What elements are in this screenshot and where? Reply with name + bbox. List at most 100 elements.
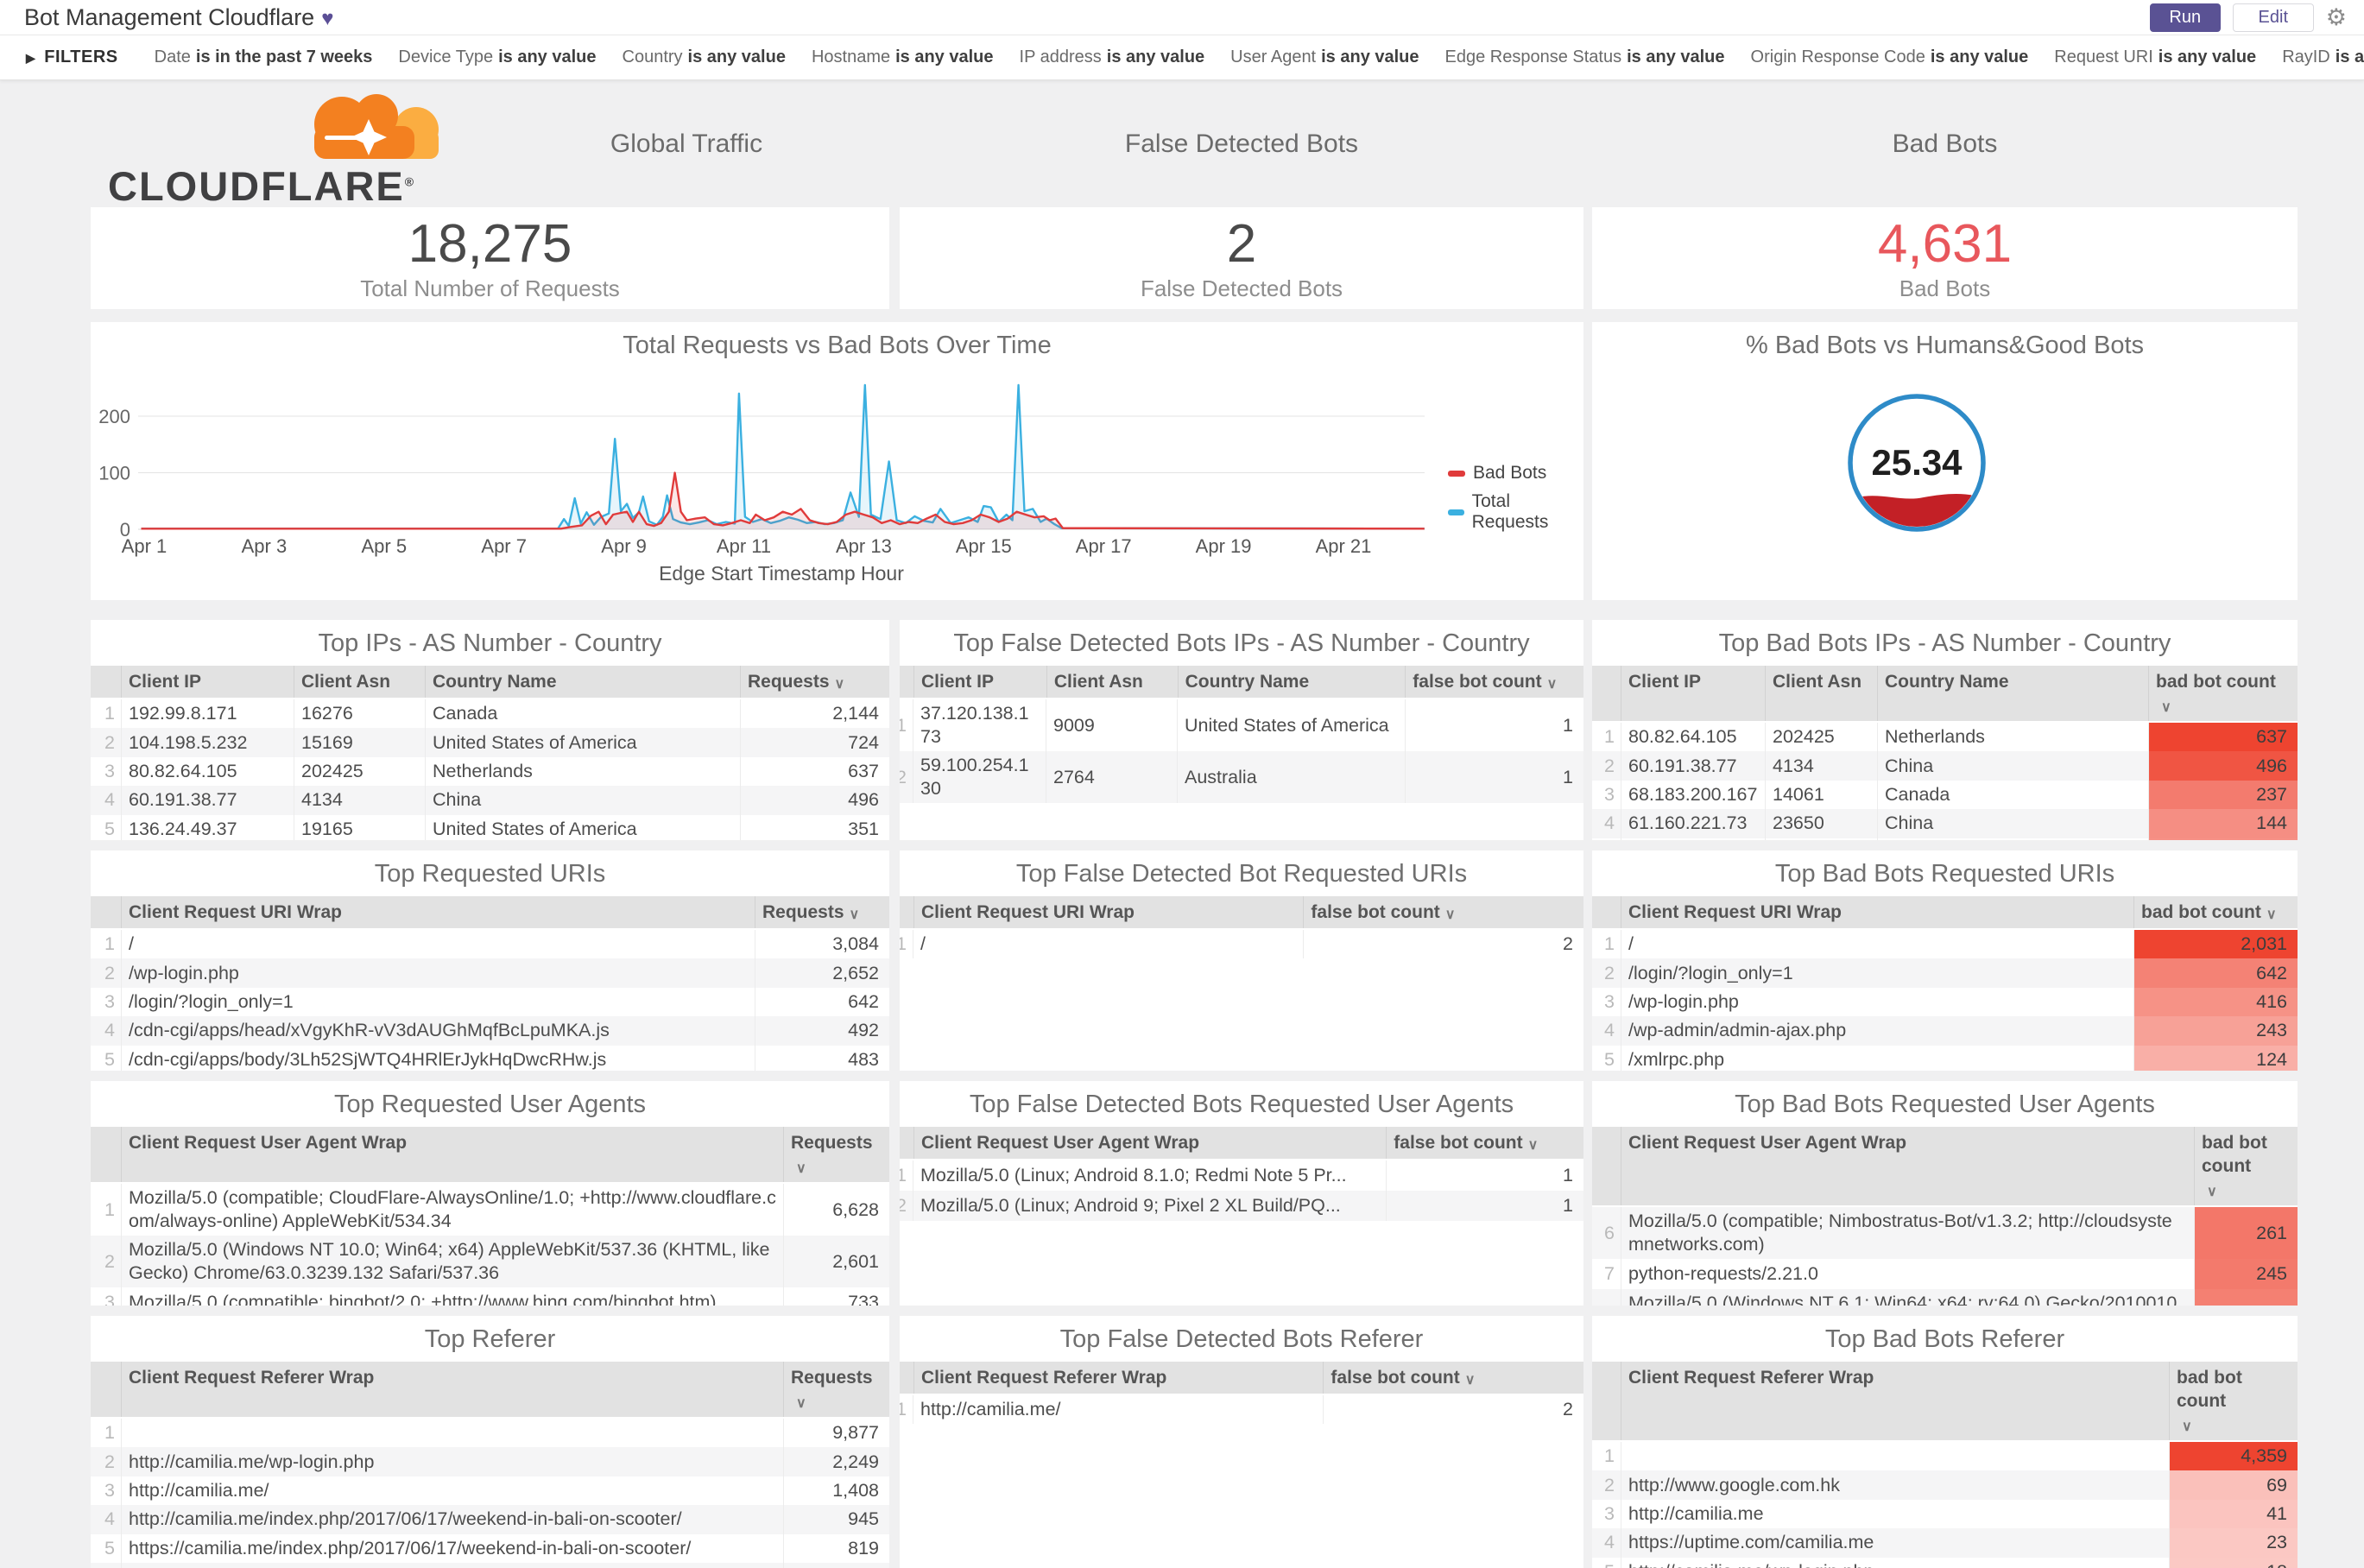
text-cell: Mozilla/5.0 (Linux; Android 8.1.0; Redmi… [913,1160,1387,1191]
legend-item[interactable]: Bad Bots [1448,463,1583,484]
filters-label: FILTERS [44,47,118,66]
column-header[interactable] [91,1127,122,1182]
column-header[interactable] [91,1362,122,1417]
text-cell: / [122,930,755,959]
column-header[interactable]: Client Request URI Wrap [914,896,1305,928]
column-header[interactable]: Requests ∨ [741,666,889,698]
column-header[interactable]: Client Asn [1047,666,1179,698]
row-index: 4 [91,786,122,815]
text-cell: /xmlrpc.php [1621,1045,2134,1071]
row-index: 2 [900,1191,913,1221]
column-header-label: Requests [791,1368,873,1388]
top-bar: Bot Management Cloudflare ♥ Run Edit ⚙ [0,0,2364,35]
column-header[interactable]: Client IP [1621,666,1766,721]
column-header[interactable]: false bot count ∨ [1324,1362,1583,1394]
column-header[interactable] [1592,1127,1621,1205]
row-index: 2 [91,728,122,757]
column-header[interactable] [1592,896,1621,928]
run-button[interactable]: Run [2149,3,2221,32]
column-header[interactable] [900,666,914,698]
column-header[interactable]: Client Request URI Wrap [1621,896,2134,928]
column-header[interactable]: Country Name [426,666,741,698]
column-header[interactable]: Client Request User Agent Wrap [1621,1127,2195,1205]
filter-item[interactable]: Device Type is any value [398,47,596,67]
series-area [141,472,1425,529]
filter-item[interactable]: Edge Response Status is any value [1445,47,1725,67]
text-cell: Mozilla/5.0 (compatible; bingbot/2.0; +h… [122,1287,784,1306]
gear-icon[interactable]: ⚙ [2326,5,2347,29]
row-index: 1 [900,699,913,751]
column-header[interactable]: Requests ∨ [784,1362,889,1417]
value-cell: 492 [848,1020,879,1041]
table-row: 2 60.191.38.77 4134 China 496 [1592,751,2298,781]
edit-button[interactable]: Edit [2232,3,2314,32]
legend-swatch [1448,470,1465,477]
filter-item[interactable]: IP address is any value [1020,47,1205,67]
table-row: 7 python-requests/2.21.0 245 [1592,1259,2298,1289]
filter-item[interactable]: User Agent is any value [1230,47,1419,67]
legend-item[interactable]: Total Requests [1448,491,1583,533]
filter-value: is any value [687,47,786,66]
column-header[interactable]: Client IP [122,666,294,698]
column-header[interactable] [900,1127,914,1159]
filters-toggle[interactable]: ▶ FILTERS [26,47,118,67]
filter-field: Device Type [398,47,494,66]
row-index: 3 [91,1287,122,1306]
column-header[interactable]: false bot count ∨ [1387,1127,1583,1159]
row-index: 1 [91,699,122,729]
column-header[interactable]: Client Request User Agent Wrap [914,1127,1387,1159]
column-header-label: Client Request User Agent Wrap [921,1133,1200,1153]
column-header[interactable] [900,1362,914,1394]
column-header[interactable]: Country Name [1179,666,1406,698]
column-header[interactable]: Client Request Referer Wrap [914,1362,1324,1394]
column-header[interactable]: Client Request URI Wrap [122,896,755,928]
column-header[interactable]: Client Request User Agent Wrap [122,1127,784,1182]
column-header-label: Client Request Referer Wrap [921,1368,1167,1388]
column-header-label: bad bot count [2202,1133,2267,1176]
value-cell: 458 [784,1563,889,1568]
column-header-label: false bot count [1331,1368,1460,1388]
column-header[interactable]: false bot count ∨ [1304,896,1583,928]
column-header[interactable]: false bot count ∨ [1406,666,1583,698]
value-cell: 69 [2170,1470,2298,1500]
y-tick-label: 200 [98,406,130,427]
column-header-label: Client IP [1628,672,1702,692]
filter-item[interactable]: RayID is any value [2282,47,2364,67]
value-cell: 733 [848,1292,879,1306]
x-tick-label: Apr 21 [1316,535,1372,557]
column-header[interactable]: bad bot count ∨ [2195,1127,2298,1205]
column-header[interactable]: bad bot count ∨ [2149,666,2298,721]
column-header[interactable] [1592,666,1621,721]
filter-item[interactable]: Origin Response Code is any value [1751,47,2029,67]
column-header[interactable] [91,666,122,698]
value-cell: 416 [2134,987,2298,1017]
text-cell: Netherlands [426,756,741,787]
table-row: 1 Mozilla/5.0 (compatible; CloudFlare-Alw… [91,1184,889,1236]
column-header[interactable] [1592,1362,1621,1440]
column-header-label: Country Name [1885,672,2009,692]
column-header[interactable]: Client Request Referer Wrap [1621,1362,2170,1440]
column-header[interactable] [91,896,122,928]
column-header[interactable]: bad bot count ∨ [2170,1362,2298,1440]
filter-value: is any value [895,47,994,66]
column-header[interactable] [900,896,914,928]
column-header[interactable]: Requests ∨ [784,1127,889,1182]
column-header[interactable]: Country Name [1878,666,2149,721]
table-card-top-referer: Top Referer Client Request Referer Wrap Re… [91,1316,889,1568]
column-header[interactable]: Client Request Referer Wrap [122,1362,784,1417]
column-header[interactable]: Client Asn [294,666,426,698]
x-tick-label: Apr 9 [601,535,647,557]
table-header-row: Client Request Referer Wrap bad bot count… [1592,1362,2298,1442]
filter-item[interactable]: Country is any value [623,47,786,67]
filter-item[interactable]: Date is in the past 7 weeks [155,47,373,67]
filter-item[interactable]: Hostname is any value [812,47,994,67]
column-header-label: bad bot count [2141,902,2261,922]
column-header[interactable]: Client IP [914,666,1047,698]
column-header[interactable]: bad bot count ∨ [2134,896,2298,928]
filter-item[interactable]: Request URI is any value [2054,47,2256,67]
column-header[interactable]: Requests ∨ [755,896,889,928]
column-header[interactable]: Client Asn [1766,666,1878,721]
column-header-label: Client Request User Agent Wrap [1628,1133,1907,1153]
value-cell: 496 [848,789,879,811]
table-row: 2 http://camilia.me/wp-login.php 2,249 [91,1447,889,1476]
